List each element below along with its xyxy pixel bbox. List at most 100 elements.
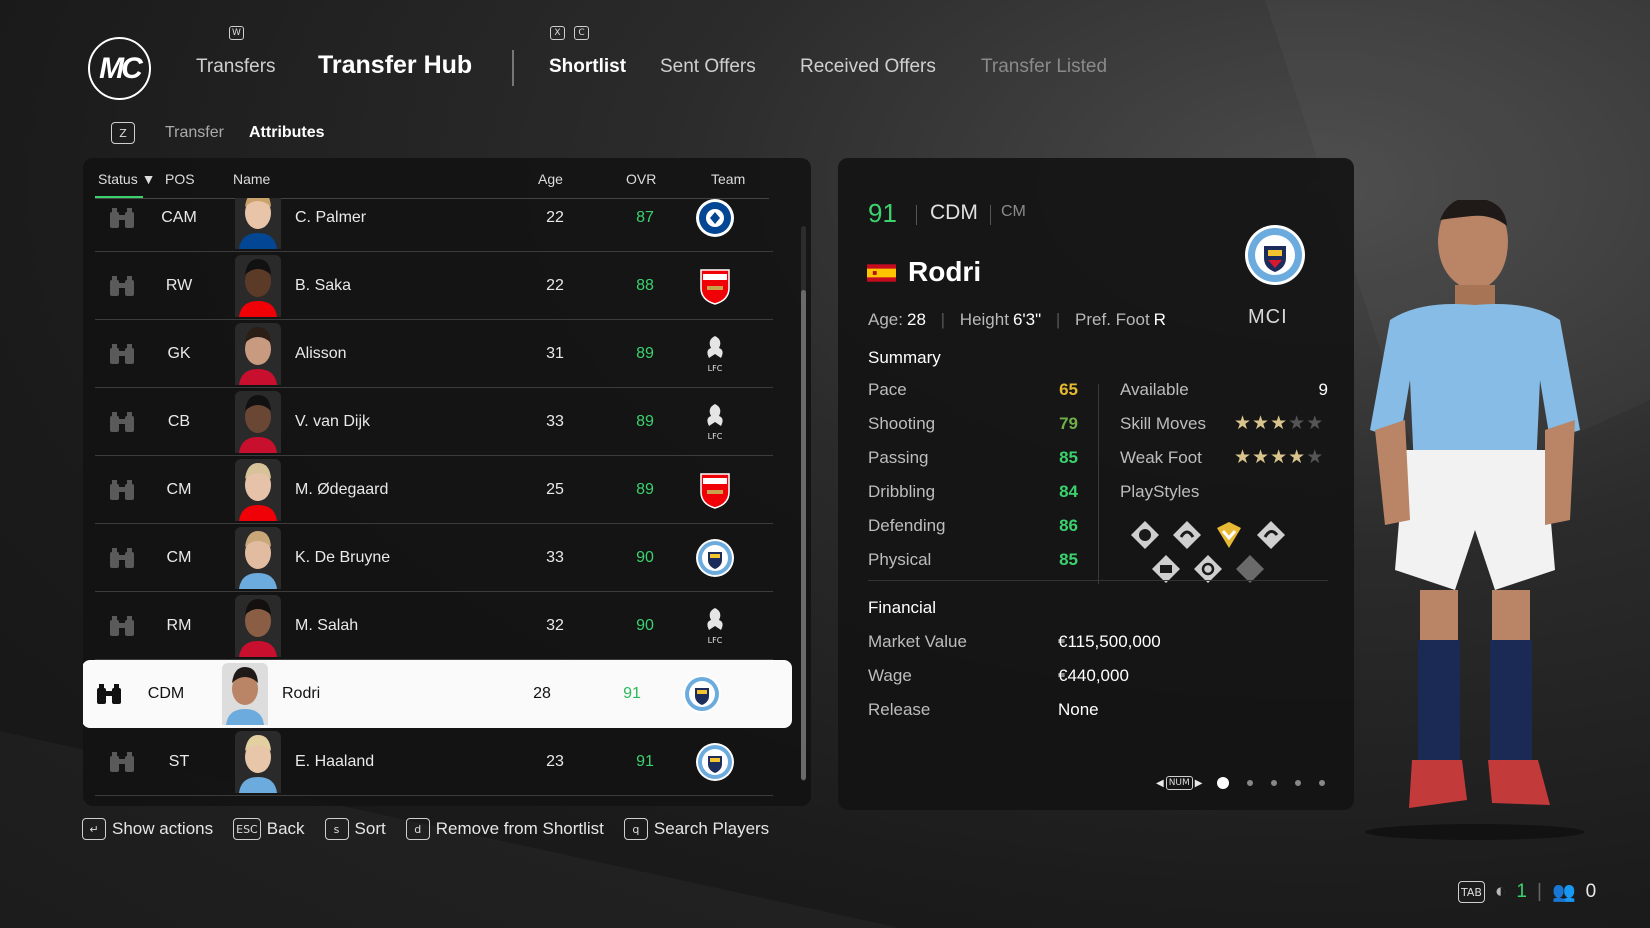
playstyle-plus-tiki-taka-icon[interactable] <box>1214 520 1244 550</box>
back-label: Back <box>266 819 305 838</box>
table-header: Status ▼ POS Name Age OVR Team <box>83 158 811 200</box>
stat-label: Passing <box>868 448 929 467</box>
player-face-thumbnail <box>222 663 268 725</box>
remove-shortlist-control[interactable]: d Remove from Shortlist <box>405 818 604 840</box>
player-ovr: 90 <box>636 616 654 634</box>
table-row[interactable]: CM M. Ødegaard 25 89 <box>95 456 773 524</box>
player-name: E. Haaland <box>295 752 375 770</box>
player-face-thumbnail <box>235 198 281 249</box>
player-age: 31 <box>546 344 564 362</box>
column-team[interactable]: Team <box>711 171 745 187</box>
num-key-hint: ◀ NUM ▶ <box>1156 776 1203 790</box>
market-value: €115,500,000 <box>1058 632 1161 651</box>
table-row[interactable]: RM M. Salah 32 90 LFC <box>95 592 773 660</box>
table-row[interactable]: CM K. De Bruyne 33 90 <box>95 524 773 592</box>
table-row[interactable]: CB V. van Dijk 33 89 LFC <box>95 388 773 456</box>
available-label: Available <box>1120 380 1189 399</box>
player-ovr: 91 <box>623 685 641 702</box>
num-key-icon: NUM <box>1165 776 1193 790</box>
player-age: 22 <box>546 208 564 226</box>
player-age: 25 <box>546 480 564 498</box>
man-city-badge-icon <box>695 742 735 782</box>
spain-flag-icon <box>867 264 896 282</box>
nav-transfers[interactable]: Transfers <box>196 56 276 78</box>
page-dot[interactable] <box>1246 780 1253 786</box>
table-row[interactable]: CDM Rodri 28 91 <box>83 660 792 728</box>
stat-value: 86 <box>1059 516 1078 535</box>
tab-received-offers[interactable]: Received Offers <box>800 56 936 78</box>
tab-shortlist[interactable]: Shortlist <box>549 56 626 78</box>
page-dot[interactable] <box>1294 780 1301 786</box>
player-face-thumbnail <box>235 391 281 453</box>
player-age: 28 <box>533 685 551 702</box>
player-age: 33 <box>546 548 564 566</box>
divider <box>1098 384 1099 584</box>
player-ovr: 87 <box>636 208 654 226</box>
star-icon: ★ <box>1306 447 1325 468</box>
player-name: K. De Bruyne <box>295 548 391 566</box>
binoculars-icon <box>107 274 137 298</box>
age-label: Age: <box>868 310 903 329</box>
page-indicator[interactable]: ◀ NUM ▶ <box>1156 776 1325 790</box>
breadcrumb-attributes[interactable]: Attributes <box>249 124 325 142</box>
liverpool-badge-icon: LFC <box>695 402 735 442</box>
weak-foot-stars: ★★★★★ <box>1234 446 1324 469</box>
player-ovr: 89 <box>636 344 654 362</box>
playstyle-long-ball-pass-icon[interactable] <box>1256 520 1286 550</box>
market-value-label: Market Value <box>868 632 967 651</box>
back-control[interactable]: ESC Back <box>233 818 305 840</box>
page-dot[interactable] <box>1318 780 1325 786</box>
column-status-label: Status <box>98 171 138 187</box>
search-players-control[interactable]: q Search Players <box>623 818 769 840</box>
player-ovr: 88 <box>636 276 654 294</box>
table-row[interactable]: CAM C. Palmer 22 87 <box>95 198 773 252</box>
financial-title: Financial <box>868 598 937 617</box>
s-key-icon: s <box>324 818 349 840</box>
player-face-thumbnail <box>235 595 281 657</box>
column-ovr[interactable]: OVR <box>626 171 656 187</box>
playstyle-intercept-icon[interactable] <box>1130 520 1160 550</box>
scrollbar-thumb[interactable] <box>801 290 806 780</box>
player-face-thumbnail <box>235 255 281 317</box>
q-key-icon: q <box>623 818 648 840</box>
shortlist-table: Status ▼ POS Name Age OVR Team CAM C. Pa… <box>83 158 811 806</box>
page-dot[interactable] <box>1270 780 1277 786</box>
sort-arrow-icon: ▼ <box>141 171 156 187</box>
table-row[interactable]: ST E. Haaland 23 91 <box>95 728 773 796</box>
player-name: M. Ødegaard <box>295 480 389 498</box>
tab-transfer-listed[interactable]: Transfer Listed <box>981 56 1107 78</box>
arsenal-badge-icon <box>695 266 735 306</box>
man-city-badge-icon <box>1245 225 1305 285</box>
column-age[interactable]: Age <box>538 171 563 187</box>
divider <box>990 205 991 225</box>
height-value: 6'3" <box>1012 310 1042 329</box>
player-face-thumbnail <box>235 323 281 385</box>
sort-label: Sort <box>354 819 386 838</box>
breadcrumb-transfer[interactable]: Transfer <box>165 124 224 142</box>
sort-control[interactable]: s Sort <box>324 818 386 840</box>
table-row[interactable]: RW B. Saka 22 88 <box>95 252 773 320</box>
table-row[interactable]: GK Alisson 31 89 LFC <box>95 320 773 388</box>
key-hint-x: X <box>550 26 565 40</box>
player-ovr: 91 <box>868 198 897 228</box>
player-position: CM <box>166 548 192 566</box>
column-name[interactable]: Name <box>233 171 270 187</box>
player-position: RW <box>165 276 193 294</box>
esc-key-icon: ESC <box>233 818 261 840</box>
show-actions-control[interactable]: ↵ Show actions <box>82 818 213 840</box>
people-count: 0 <box>1585 881 1597 902</box>
player-name: C. Palmer <box>295 208 367 226</box>
player-age: 33 <box>546 412 564 430</box>
column-status[interactable]: Status ▼ <box>98 171 155 187</box>
star-icon: ★ <box>1270 447 1289 468</box>
player-name: V. van Dijk <box>295 412 370 430</box>
player-position: CB <box>167 412 191 430</box>
page-dot[interactable] <box>1216 777 1229 789</box>
player-face-thumbnail <box>235 527 281 589</box>
binoculars-icon <box>107 206 137 230</box>
tab-sent-offers[interactable]: Sent Offers <box>660 56 756 78</box>
column-pos[interactable]: POS <box>165 171 195 187</box>
tab-key-icon[interactable]: TAB <box>1458 881 1485 903</box>
star-icon: ★ <box>1270 413 1289 434</box>
playstyle-anticipate-icon[interactable] <box>1172 520 1202 550</box>
